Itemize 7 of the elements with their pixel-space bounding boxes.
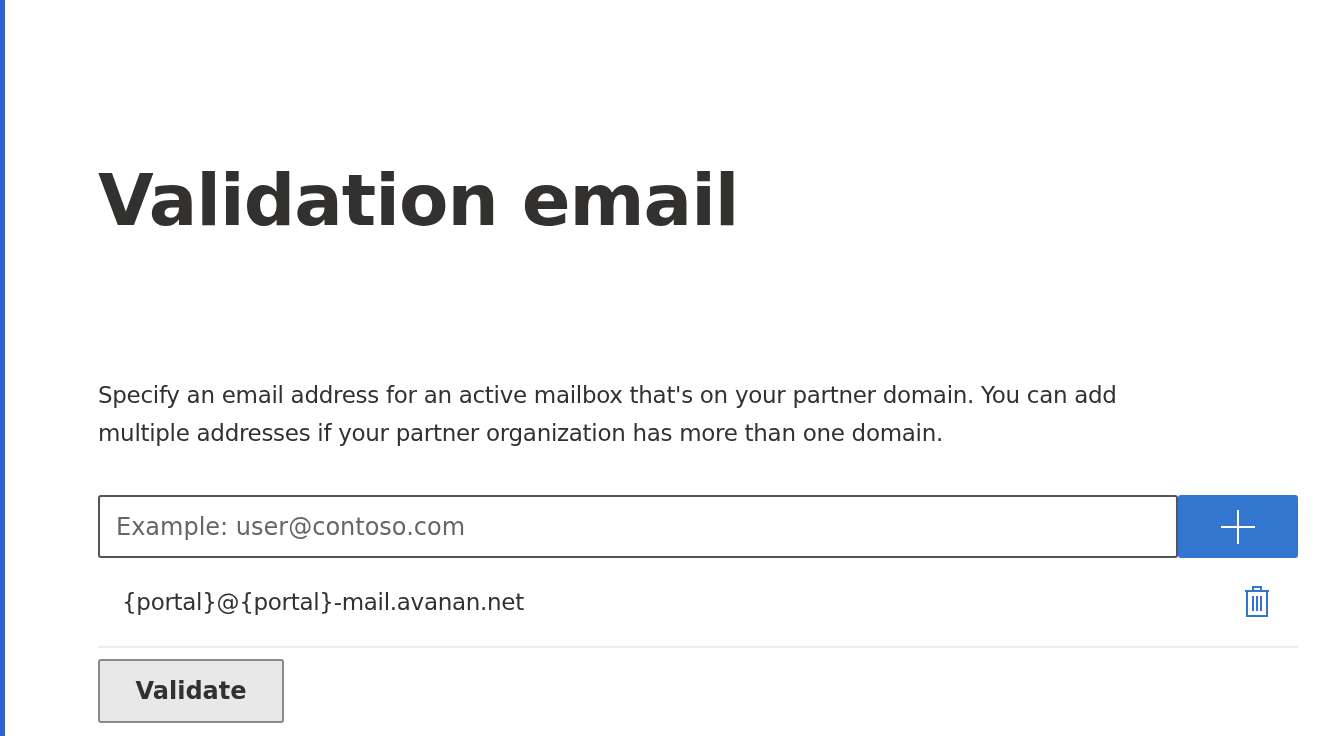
description-text: Specify an email address for an active mailbox that's on your partner domain. You can add multiple addresses if your partner organization has more than one domain. bbox=[98, 381, 1118, 448]
email-address: {portal}@{portal}-mail.avanan.net bbox=[122, 589, 524, 615]
email-field[interactable]: Example: user@contoso.com bbox=[98, 495, 1178, 558]
page-title: Validation email bbox=[98, 157, 740, 244]
delete-icon[interactable] bbox=[1244, 586, 1270, 618]
plus-icon bbox=[1221, 509, 1255, 544]
validate-button[interactable]: Validate bbox=[98, 659, 284, 723]
